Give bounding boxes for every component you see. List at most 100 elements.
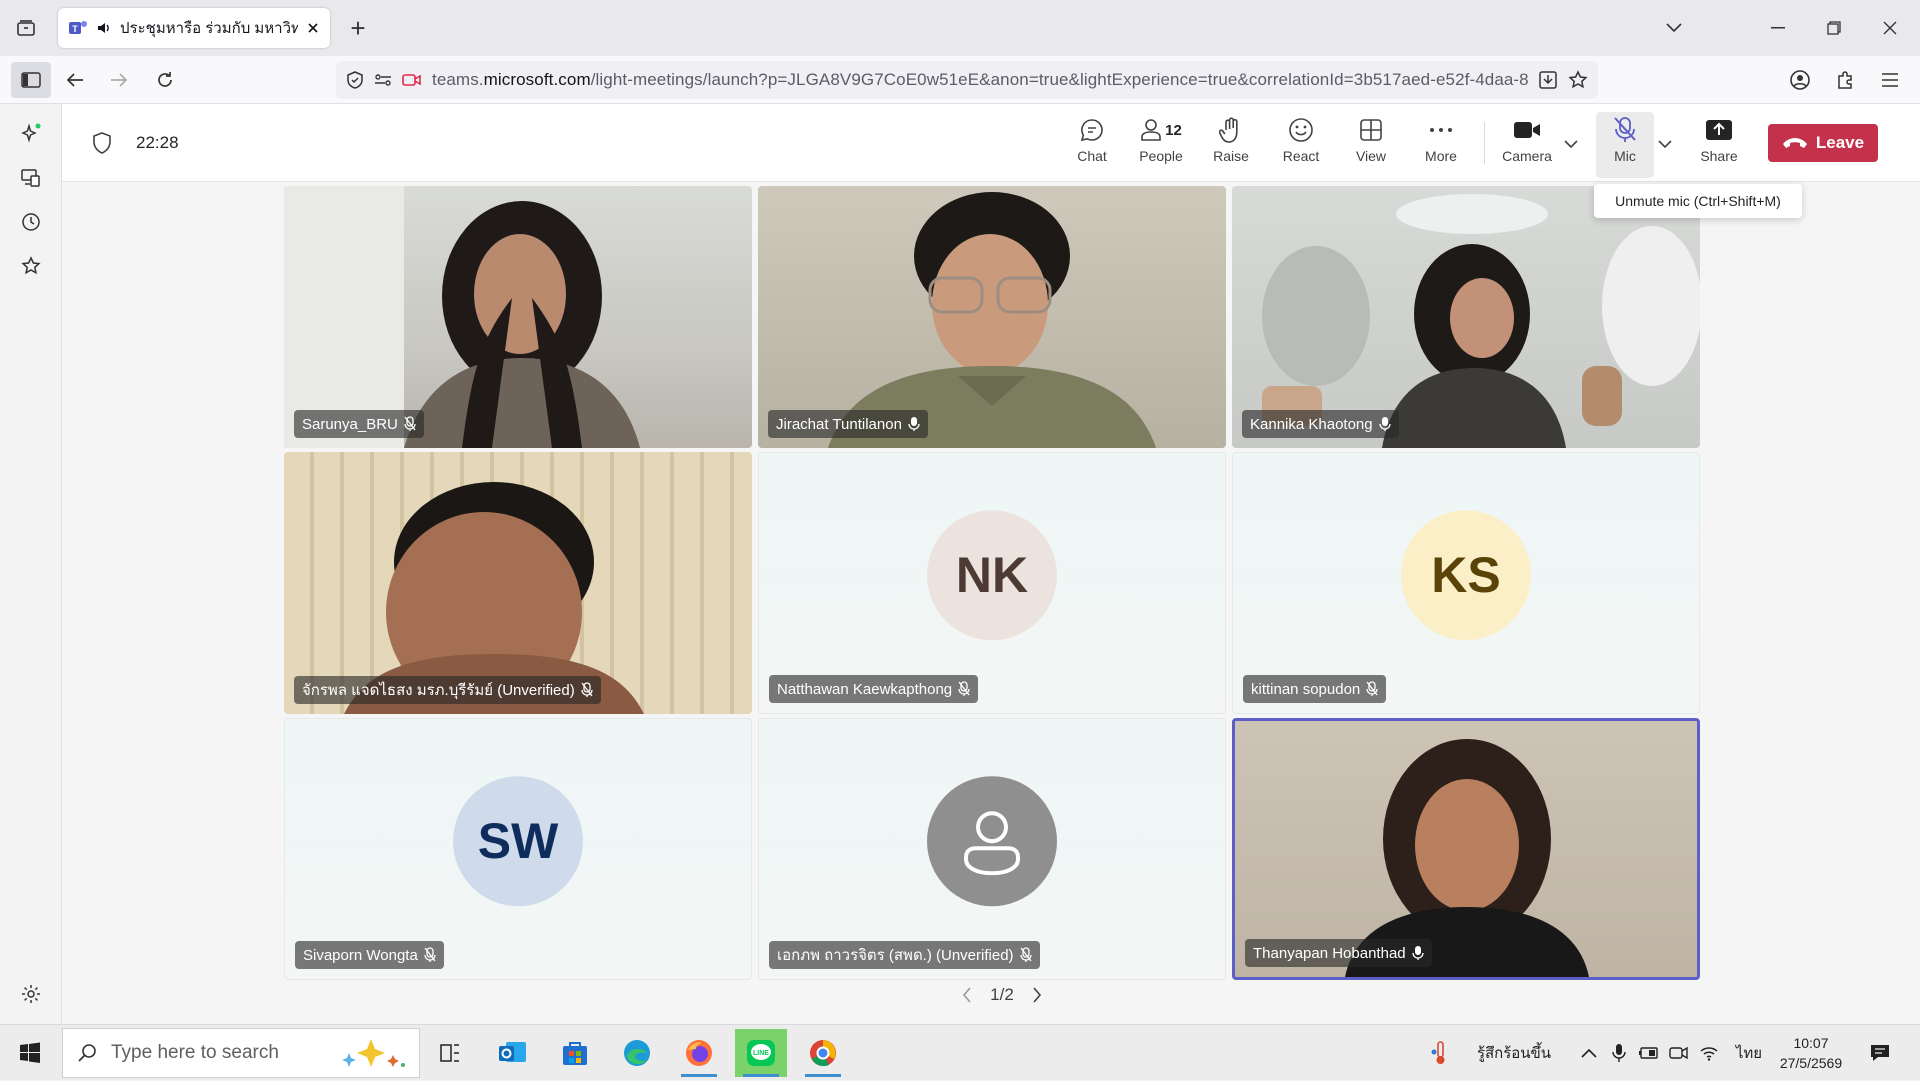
teams-meeting: 22:28 Chat 12 People Raise React View Mo… xyxy=(62,104,1920,1024)
battery-icon[interactable] xyxy=(1638,1025,1660,1081)
mic-button[interactable]: Mic xyxy=(1596,112,1654,178)
weather-text[interactable]: รู้สึกร้อนขึ้น xyxy=(1470,1025,1558,1081)
participant-name: kittinan sopudon xyxy=(1251,680,1361,698)
mic-muted-icon xyxy=(1366,681,1378,697)
tracking-protection-icon[interactable] xyxy=(346,71,364,89)
avatar: KS xyxy=(1401,510,1531,641)
mic-on-icon xyxy=(1378,416,1391,432)
participant-name: Sarunya_BRU xyxy=(302,415,398,433)
close-tab-icon[interactable] xyxy=(306,21,320,35)
address-bar[interactable]: teams.microsoft.com/light-meetings/launc… xyxy=(336,61,1598,99)
account-icon[interactable] xyxy=(1782,62,1818,98)
participant-name-chip: Jirachat Tuntilanon xyxy=(768,410,928,438)
meet-now-icon[interactable] xyxy=(1668,1025,1690,1081)
bookmark-star-icon[interactable] xyxy=(1568,70,1588,90)
video-feed xyxy=(1262,194,1700,448)
start-button[interactable] xyxy=(4,1029,56,1077)
video-camera-icon xyxy=(1513,116,1541,144)
new-tab-button[interactable]: + xyxy=(344,13,372,43)
line-icon[interactable]: LINE xyxy=(735,1029,787,1077)
raise-label: Raise xyxy=(1213,148,1249,164)
participant-name-chip: Kannika Khaotong xyxy=(1242,410,1399,438)
edge-icon[interactable] xyxy=(611,1029,663,1077)
weather-icon[interactable] xyxy=(1428,1025,1452,1081)
participant-name: Sivaporn Wongta xyxy=(303,946,418,964)
url-text: teams.microsoft.com/light-meetings/launc… xyxy=(432,70,1528,90)
share-button[interactable]: Share xyxy=(1688,116,1750,174)
svg-text:T: T xyxy=(72,24,78,34)
smile-icon xyxy=(1288,116,1314,144)
microphone-in-use-icon[interactable] xyxy=(1608,1025,1630,1081)
more-button[interactable]: More xyxy=(1410,116,1472,174)
participant-name-chip: Sarunya_BRU xyxy=(294,410,424,438)
wifi-icon[interactable] xyxy=(1698,1025,1720,1081)
teams-favicon-icon: T xyxy=(68,18,88,38)
camera-options-chevron-icon[interactable] xyxy=(1564,140,1578,148)
raise-hand-button[interactable]: Raise xyxy=(1200,116,1262,174)
url-path: /light-meetings/launch?p=JLGA8V9G7CoE0w5… xyxy=(590,70,1528,89)
firefox-icon[interactable] xyxy=(673,1029,725,1077)
speaker-icon[interactable] xyxy=(96,20,112,36)
bookmarks-icon[interactable] xyxy=(13,248,49,284)
reload-icon[interactable] xyxy=(147,62,183,98)
page-indicator: 1/2 xyxy=(990,985,1014,1004)
view-button[interactable]: View xyxy=(1340,116,1402,174)
clock-time: 10:07 xyxy=(1793,1035,1829,1051)
close-window-icon[interactable] xyxy=(1866,8,1914,48)
mic-options-chevron-icon[interactable] xyxy=(1658,140,1672,148)
permissions-icon[interactable] xyxy=(374,73,392,87)
next-page-icon[interactable] xyxy=(1032,987,1042,1003)
chevron-up-icon[interactable] xyxy=(1578,1025,1600,1081)
customize-sidebar-icon[interactable] xyxy=(13,976,49,1012)
synced-tabs-icon[interactable] xyxy=(13,160,49,196)
microsoft-store-icon[interactable] xyxy=(549,1029,601,1077)
participant-name: Thanyapan Hobanthad xyxy=(1253,944,1406,962)
notifications-icon[interactable] xyxy=(1864,1025,1896,1081)
meeting-timer: 22:28 xyxy=(136,133,179,152)
task-view-icon[interactable] xyxy=(424,1029,476,1077)
participant-tile[interactable]: Jirachat Tuntilanon xyxy=(758,186,1226,448)
windows-logo-icon xyxy=(20,1042,40,1063)
security-shield-icon[interactable] xyxy=(92,132,112,154)
tab-list-icon[interactable] xyxy=(12,14,40,42)
participant-tile-active-speaker[interactable]: Thanyapan Hobanthad xyxy=(1232,718,1700,980)
ai-chatbot-icon[interactable] xyxy=(13,116,49,152)
app-menu-icon[interactable] xyxy=(1872,62,1908,98)
history-icon[interactable] xyxy=(13,204,49,240)
leave-button[interactable]: Leave xyxy=(1768,124,1878,162)
tab-title: ประชุมหารือ ร่วมกับ มหาวิทยาลัย xyxy=(120,20,298,37)
sidebar-toggle-icon[interactable] xyxy=(11,62,51,98)
minimize-icon[interactable] xyxy=(1754,8,1802,48)
chrome-icon[interactable] xyxy=(797,1029,849,1077)
clock[interactable]: 10:07 27/5/2569 xyxy=(1776,1025,1846,1081)
extensions-icon[interactable] xyxy=(1827,62,1863,98)
search-icon xyxy=(78,1044,96,1062)
camera-sharing-icon[interactable] xyxy=(402,72,422,88)
camera-button[interactable]: Camera xyxy=(1494,116,1560,174)
outlook-icon[interactable] xyxy=(487,1029,539,1077)
participant-tile[interactable]: Kannika Khaotong xyxy=(1232,186,1700,448)
forward-icon[interactable] xyxy=(101,62,137,98)
restore-icon[interactable] xyxy=(1810,8,1858,48)
participant-name-chip: จักรพล แจดไธสง มรภ.บุรีรัมย์ (Unverified… xyxy=(294,676,601,704)
react-button[interactable]: React xyxy=(1270,116,1332,174)
people-label: People xyxy=(1139,148,1183,164)
browser-tab[interactable]: T ประชุมหารือ ร่วมกับ มหาวิทยาลัย xyxy=(58,8,330,48)
share-screen-icon xyxy=(1705,116,1733,144)
participant-tile[interactable]: เอกภพ ถาวรจิตร (สพด.) (Unverified) xyxy=(758,718,1226,980)
participant-tile[interactable]: KS kittinan sopudon xyxy=(1232,452,1700,714)
previous-page-icon[interactable] xyxy=(962,987,972,1003)
participant-tile[interactable]: NK Natthawan Kaewkapthong xyxy=(758,452,1226,714)
toolbar-divider xyxy=(1484,122,1485,164)
participant-tile[interactable]: จักรพล แจดไธสง มรภ.บุรีรัมย์ (Unverified… xyxy=(284,452,752,714)
people-button[interactable]: 12 People xyxy=(1128,116,1194,174)
participant-name: Jirachat Tuntilanon xyxy=(776,415,902,433)
back-icon[interactable] xyxy=(57,62,93,98)
participant-tile[interactable]: Sarunya_BRU xyxy=(284,186,752,448)
taskbar-search[interactable]: Type here to search xyxy=(62,1028,420,1078)
list-all-tabs-icon[interactable] xyxy=(1650,8,1698,48)
participant-tile[interactable]: SW Sivaporn Wongta xyxy=(284,718,752,980)
download-icon[interactable] xyxy=(1538,70,1558,90)
chat-button[interactable]: Chat xyxy=(1062,116,1122,174)
input-language[interactable]: ไทย xyxy=(1734,1025,1764,1081)
